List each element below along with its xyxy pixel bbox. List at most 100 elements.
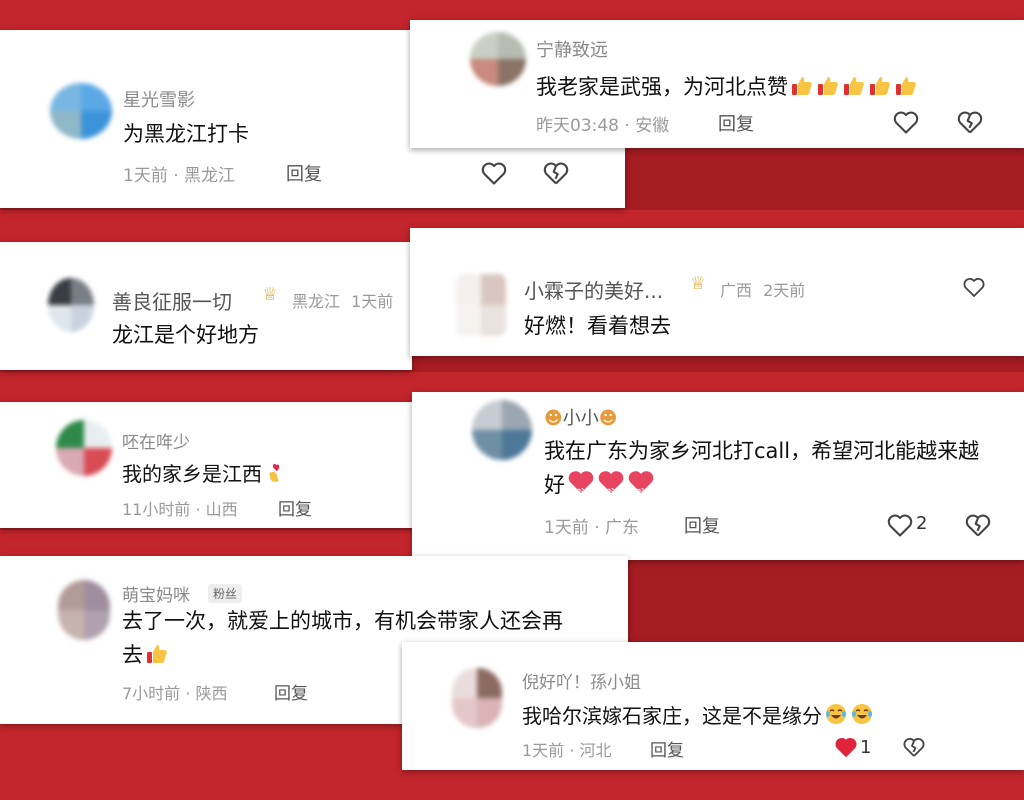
heart-icon[interactable]: [892, 109, 920, 135]
comment-location: 广东: [605, 518, 640, 538]
broken-heart-icon[interactable]: [902, 736, 926, 758]
comment-meta: 1天前 · 广东: [544, 513, 639, 538]
username[interactable]: 善良征服一切: [112, 286, 232, 315]
comment-time: 昨天03:48: [536, 116, 619, 136]
girl-emoji-icon: ☻: [598, 408, 618, 429]
comment-time: 1天前: [522, 741, 565, 760]
separator-dot: ·: [185, 684, 196, 703]
comment-location: 山西: [205, 500, 238, 519]
broken-heart-icon[interactable]: [542, 160, 570, 186]
jiayou-emoji-group: 加油 加油 加油: [565, 471, 655, 497]
comment-time: 11小时前: [122, 500, 191, 519]
comment-meta: 1天前 · 河北: [522, 737, 611, 761]
heart-filled-icon[interactable]: [834, 736, 858, 758]
comment-time: 2天前: [763, 281, 806, 300]
boy-emoji-icon: ☻: [544, 408, 563, 429]
avatar[interactable]: [456, 274, 506, 336]
crying-laughing-emoji-group: [822, 704, 874, 728]
avatar[interactable]: [472, 400, 532, 460]
comment-text: 我哈尔滨嫁石家庄，这是不是缘分: [522, 700, 874, 729]
avatar[interactable]: [56, 420, 112, 476]
comment-meta: 广西 2天前: [720, 277, 805, 301]
comment-meta: 11小时前 · 山西: [122, 496, 238, 520]
jiayou-heart-icon: 加油: [597, 469, 625, 497]
comment-time: 1天前: [351, 292, 394, 311]
username[interactable]: 小霖子的美好...: [524, 275, 663, 304]
crying-laughing-icon: [850, 702, 874, 724]
comment-card: 小霖子的美好... ♕ 广西 2天前 好燃！看着想去: [410, 228, 1024, 356]
username[interactable]: ☻小小☻: [544, 404, 618, 430]
reply-button[interactable]: 回复: [684, 512, 720, 538]
broken-heart-icon[interactable]: [956, 109, 984, 135]
username[interactable]: 倪好吖！孫小姐: [522, 668, 641, 693]
comment-meta: 黑龙江 1天前: [292, 288, 393, 312]
reply-button[interactable]: 回复: [278, 495, 312, 520]
avatar[interactable]: [470, 32, 526, 86]
comment-text: 我老家是武强，为河北点赞: [536, 71, 918, 101]
username[interactable]: 呸在哖少: [122, 428, 190, 453]
thumbs-up-icon: [868, 75, 892, 97]
thumbs-up-icon: [145, 641, 169, 663]
separator-dot: ·: [624, 116, 636, 136]
avatar[interactable]: [452, 668, 502, 728]
comment-meta: 7小时前 · 陕西: [122, 680, 227, 704]
reply-button[interactable]: 回复: [650, 736, 684, 761]
comment-text: 龙江是个好地方: [112, 323, 259, 347]
thumbs-up-icon: [894, 75, 918, 97]
comment-meta: 1天前 · 黑龙江: [123, 161, 235, 186]
avatar[interactable]: [50, 83, 112, 139]
finger-heart-icon: [264, 462, 288, 484]
comment-card: 呸在哖少 我的家乡是江西 11小时前 · 山西 回复: [0, 402, 412, 528]
comment-location: 广西: [720, 281, 753, 300]
comment-text-content: 我的家乡是江西: [122, 462, 262, 486]
emoji-label: 加油: [633, 488, 649, 497]
thumbs-up-icon: [842, 75, 866, 97]
comment-text: 好燃！看着想去: [524, 314, 671, 338]
comment-text: 我的家乡是江西: [122, 458, 288, 487]
comment-card: 倪好吖！孫小姐 我哈尔滨嫁石家庄，这是不是缘分 1天前 · 河北 回复 1: [402, 642, 1024, 770]
comment-time: 1天前: [544, 518, 589, 538]
username[interactable]: 萌宝妈咪: [122, 581, 190, 606]
crown-icon: ♕: [690, 273, 707, 294]
heart-icon[interactable]: [962, 276, 986, 298]
reply-button[interactable]: 回复: [718, 110, 754, 136]
like-count: 1: [860, 737, 872, 758]
fan-badge: 粉丝: [208, 584, 243, 603]
separator-dot: ·: [594, 518, 606, 538]
thumbs-up-icon: [790, 75, 814, 97]
emoji-label: 加油: [573, 488, 589, 497]
separator-dot: ·: [195, 500, 206, 519]
reply-button[interactable]: 回复: [274, 679, 308, 704]
heart-icon[interactable]: [886, 512, 914, 538]
jiayou-heart-icon: 加油: [627, 469, 655, 497]
separator-dot: ·: [569, 741, 580, 760]
comment-card: ☻小小☻ 我在广东为家乡河北打call，希望河北能越来越好 加油 加油 加油 1天前 …: [412, 392, 1024, 560]
broken-heart-icon[interactable]: [964, 512, 992, 538]
comment-location: 陕西: [195, 684, 228, 703]
comment-location: 黑龙江: [184, 166, 236, 186]
jiayou-heart-icon: 加油: [567, 469, 595, 497]
emoji-label: 加油: [603, 488, 619, 497]
thumbs-up-icon: [816, 75, 840, 97]
comment-time: 1天前: [123, 166, 168, 186]
separator-dot: ·: [173, 166, 185, 186]
crown-icon: ♕: [262, 284, 279, 305]
comment-text-content: 我哈尔滨嫁石家庄，这是不是缘分: [522, 704, 822, 728]
comment-text-content: 我老家是武强，为河北点赞: [536, 75, 788, 99]
username[interactable]: 宁静致远: [536, 36, 608, 62]
avatar[interactable]: [58, 580, 110, 640]
username[interactable]: 星光雪影: [123, 86, 195, 112]
comment-location: 河北: [579, 741, 612, 760]
comment-card: 宁静致远 我老家是武强，为河北点赞 昨天03:48 · 安徽 回复: [410, 20, 1024, 148]
comment-card: 善良征服一切 ♕ 黑龙江 1天前 龙江是个好地方: [0, 242, 412, 370]
comment-location: 安徽: [635, 116, 670, 136]
username-text: 小小: [562, 408, 599, 429]
comment-text: 我在广东为家乡河北打call，希望河北能越来越好 加油 加油 加油: [544, 434, 994, 502]
crying-laughing-icon: [824, 702, 848, 724]
reply-button[interactable]: 回复: [286, 160, 322, 186]
heart-icon[interactable]: [480, 160, 508, 186]
comment-meta: 昨天03:48 · 安徽: [536, 111, 669, 136]
comment-text: 为黑龙江打卡: [123, 122, 249, 146]
thumbs-up-emoji-group: [788, 75, 918, 99]
avatar[interactable]: [48, 278, 94, 332]
